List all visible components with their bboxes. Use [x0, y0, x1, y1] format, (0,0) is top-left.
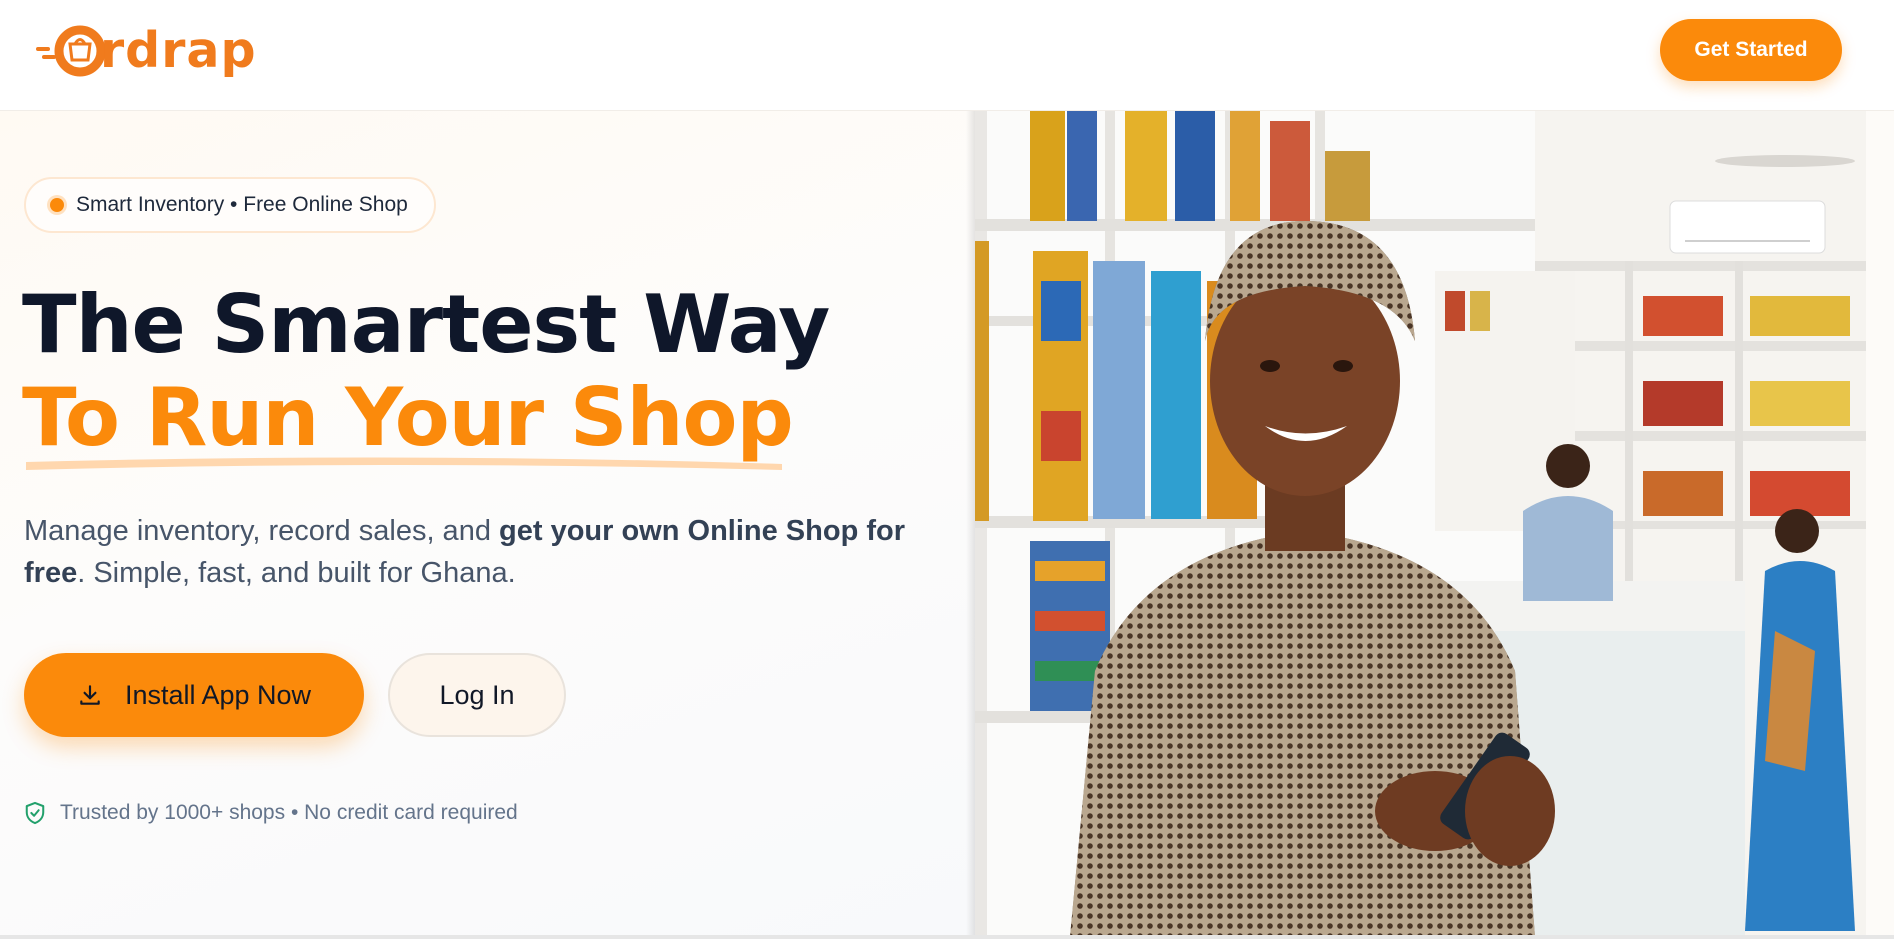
brand-logo[interactable]: rdrap — [36, 20, 257, 80]
install-app-label: Install App Now — [124, 679, 312, 710]
install-app-button[interactable]: Install App Now — [24, 653, 364, 737]
shopkeeper-photo — [975, 111, 1866, 937]
get-started-button[interactable]: Get Started — [1660, 19, 1842, 81]
headline-line-2-wrapper: To Run Your Shop — [22, 371, 794, 470]
shop-illustration — [975, 111, 1866, 937]
description-text-end: . Simple, fast, and built for Ghana. — [77, 557, 516, 589]
page-bottom-border — [0, 935, 1894, 939]
trust-note: Trusted by 1000+ shops • No credit card … — [24, 798, 518, 828]
shield-check-icon — [25, 801, 45, 825]
hero-description: Manage inventory, record sales, and get … — [24, 510, 924, 594]
shopping-bag-speed-icon — [36, 25, 106, 77]
site-header: rdrap Get Started — [0, 0, 1894, 111]
headline-line-1: The Smartest Way — [22, 278, 830, 371]
brand-name: rdrap — [100, 21, 257, 79]
feature-badge: Smart Inventory • Free Online Shop — [24, 177, 436, 233]
badge-dot-icon — [50, 198, 64, 212]
trust-text: Trusted by 1000+ shops • No credit card … — [60, 801, 518, 824]
login-button[interactable]: Log In — [388, 653, 566, 737]
headline-line-2: To Run Your Shop — [22, 371, 794, 464]
download-icon — [80, 685, 100, 705]
badge-text: Smart Inventory • Free Online Shop — [76, 193, 408, 216]
description-text: Manage inventory, record sales, and — [24, 515, 500, 547]
